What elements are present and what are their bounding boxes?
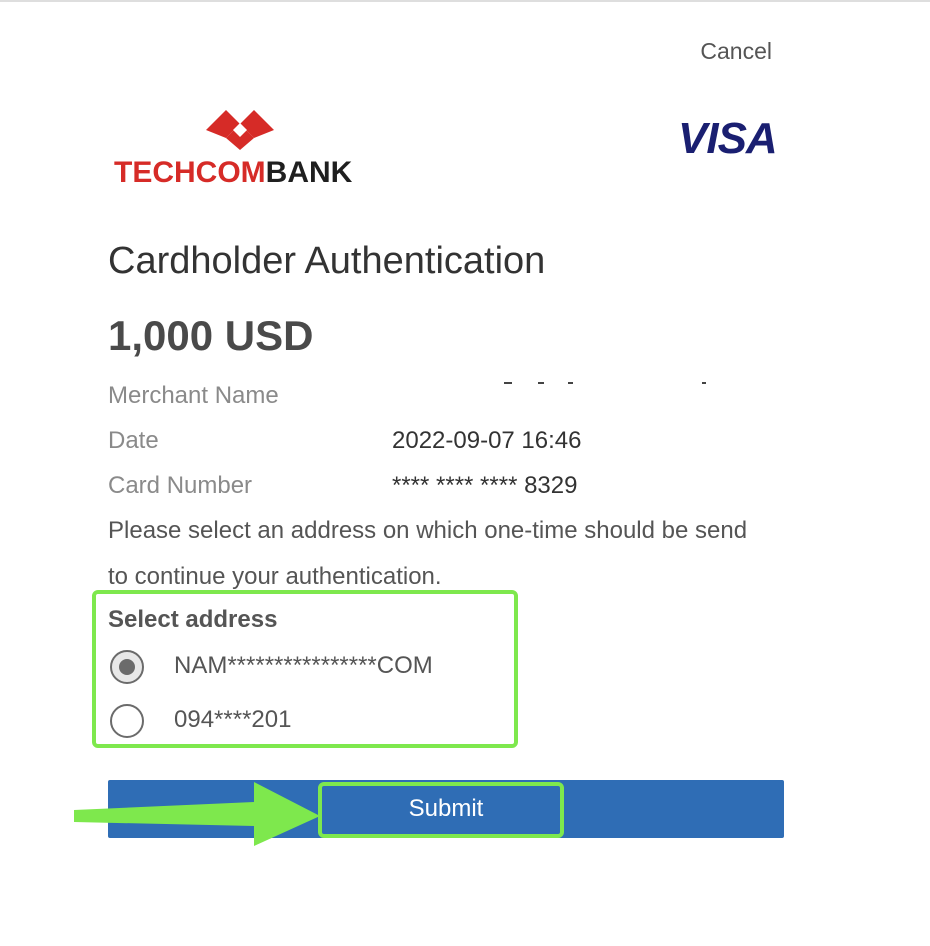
authentication-page: Cancel TECHCOMBANK VISA Cardholder Authe… xyxy=(0,0,930,946)
radio-checked-icon[interactable] xyxy=(110,650,144,684)
bank-logo: TECHCOMBANK xyxy=(114,110,368,190)
bank-wordmark: TECHCOMBANK xyxy=(114,156,352,190)
instructions-text: Please select an address on which one-ti… xyxy=(108,517,748,590)
cancel-link[interactable]: Cancel xyxy=(700,38,772,65)
date-label: Date xyxy=(108,427,159,454)
techcombank-diamond-icon xyxy=(206,110,274,150)
submit-highlight xyxy=(318,782,564,838)
address-option-label: NAM****************COM xyxy=(174,652,433,679)
radio-unchecked-icon[interactable] xyxy=(110,704,144,738)
bank-name-part1: TECHCOM xyxy=(114,156,266,189)
merchant-name-label: Merchant Name xyxy=(108,382,279,409)
top-divider xyxy=(0,0,930,2)
page-title: Cardholder Authentication xyxy=(108,240,546,282)
arrow-right-icon xyxy=(74,782,320,846)
merchant-name-redacted xyxy=(392,382,706,390)
amount: 1,000 USD xyxy=(108,312,314,359)
address-option-label: 094****201 xyxy=(174,706,292,733)
bank-name-part2: BANK xyxy=(265,156,353,189)
card-number-value: **** **** **** 8329 xyxy=(392,472,578,499)
card-number-label: Card Number xyxy=(108,472,253,499)
select-address-label: Select address xyxy=(108,606,278,633)
date-value: 2022-09-07 16:46 xyxy=(392,427,582,454)
visa-logo: VISA xyxy=(678,114,778,163)
